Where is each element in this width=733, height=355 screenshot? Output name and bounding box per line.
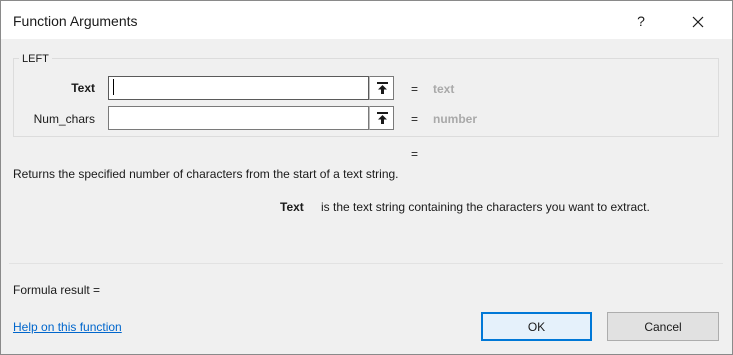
num-chars-argument-input[interactable] (108, 106, 369, 130)
collapse-dialog-icon (377, 112, 388, 124)
function-result-equals: = (411, 147, 419, 161)
close-icon (692, 16, 704, 28)
dialog-title: Function Arguments (13, 13, 138, 29)
num-chars-collapse-dialog-button[interactable] (369, 106, 394, 130)
current-argument-name: Text (280, 200, 304, 214)
help-button[interactable]: ? (631, 11, 651, 31)
function-description: Returns the specified number of characte… (13, 167, 399, 181)
help-on-function-link[interactable]: Help on this function (13, 320, 122, 334)
divider (9, 263, 723, 264)
text-argument-equals: = (411, 82, 419, 96)
formula-result-label: Formula result = (13, 283, 101, 297)
text-argument-hint: text (433, 82, 455, 96)
function-arguments-dialog: Function Arguments ? LEFT Text = text Nu… (0, 0, 733, 355)
text-argument-input[interactable] (108, 76, 369, 100)
text-collapse-dialog-button[interactable] (369, 76, 394, 100)
num-chars-argument-label: Num_chars (33, 112, 95, 126)
num-chars-argument-hint: number (433, 112, 478, 126)
title-bar: Function Arguments ? (1, 1, 732, 39)
ok-button[interactable]: OK (481, 312, 592, 341)
current-argument-help: is the text string containing the charac… (321, 200, 650, 214)
cancel-button[interactable]: Cancel (607, 312, 719, 341)
text-cursor (113, 79, 114, 95)
function-name-label: LEFT (19, 53, 52, 65)
close-button[interactable] (687, 11, 709, 33)
num-chars-argument-equals: = (411, 112, 419, 126)
text-argument-label: Text (71, 81, 95, 95)
collapse-dialog-icon (377, 82, 388, 94)
